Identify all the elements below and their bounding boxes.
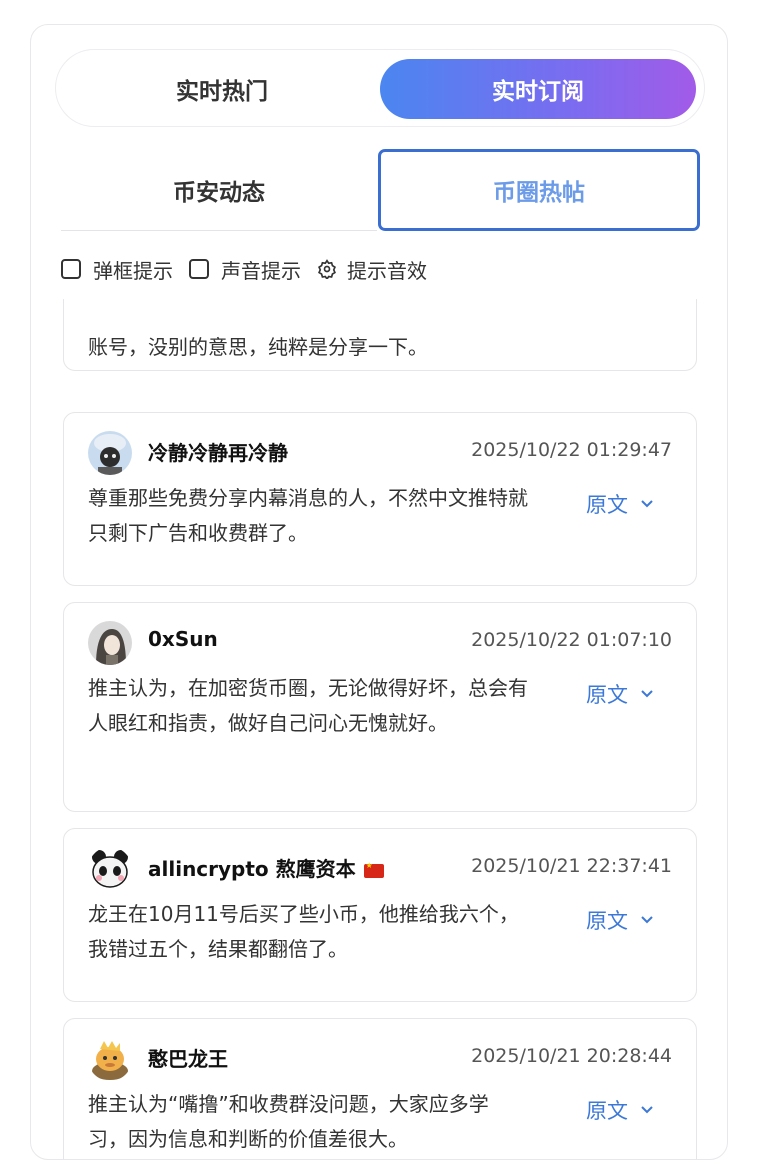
original-text-toggle[interactable]: 原文 (586, 489, 654, 519)
original-text-toggle[interactable]: 原文 (586, 905, 654, 935)
username-text: allincrypto 熬鹰资本 (148, 857, 356, 881)
chevron-down-icon (641, 916, 653, 924)
post-content: 龙王在10月11号后买了些小币，他推给我六个，我错过五个，结果都翻倍了。 (88, 902, 519, 961)
user-avatar[interactable] (88, 431, 132, 475)
original-text-label: 原文 (586, 493, 628, 517)
feed-panel: 实时热门 实时订阅 币安动态 币圈热帖 弹框提示 声音提示 提示音效 账号，没别… (30, 24, 728, 1160)
post-content: 尊重那些免费分享内幕消息的人，不然中文推特就只剩下广告和收费群了。 (88, 486, 528, 545)
sound-alert-label: 声音提示 (221, 258, 301, 283)
post-card: 0xSun 2025/10/22 01:07:10 推主认为，在加密货币圈，无论… (63, 602, 697, 812)
post-content: 账号，没别的意思，纯粹是分享一下。 (88, 335, 428, 359)
post-timestamp: 2025/10/21 20:28:44 (471, 1045, 672, 1067)
post-feed[interactable]: 账号，没别的意思，纯粹是分享一下。 冷静冷静再冷静 2025/10/22 01:… (61, 299, 699, 1159)
post-timestamp: 2025/10/21 22:37:41 (471, 855, 672, 877)
main-tab-toggle: 实时热门 实时订阅 (55, 49, 705, 127)
chevron-down-icon (641, 690, 653, 698)
popup-alert-label: 弹框提示 (93, 258, 173, 283)
original-text-label: 原文 (586, 1099, 628, 1123)
post-card-partial: 账号，没别的意思，纯粹是分享一下。 (63, 299, 697, 371)
user-avatar[interactable] (88, 621, 132, 665)
tab-realtime-subscribe[interactable]: 实时订阅 (380, 59, 696, 119)
tab-binance-news[interactable]: 币安动态 (61, 149, 377, 231)
chevron-down-icon (641, 500, 653, 508)
post-timestamp: 2025/10/22 01:07:10 (471, 629, 672, 651)
sound-effect-option[interactable]: 提示音效 (317, 255, 427, 284)
username[interactable]: allincrypto 熬鹰资本 (148, 853, 384, 882)
popup-alert-checkbox[interactable] (61, 259, 81, 279)
username[interactable]: 0xSun (148, 627, 218, 651)
username[interactable]: 冷静冷静再冷静 (148, 437, 288, 466)
tab-crypto-hot-posts[interactable]: 币圈热帖 (378, 149, 700, 231)
popup-alert-option[interactable]: 弹框提示 (61, 255, 173, 284)
tab-realtime-hot[interactable]: 实时热门 (64, 59, 380, 119)
post-card: 冷静冷静再冷静 2025/10/22 01:29:47 尊重那些免费分享内幕消息… (63, 412, 697, 586)
user-avatar[interactable] (88, 1037, 132, 1081)
original-text-toggle[interactable]: 原文 (586, 1095, 654, 1125)
sound-alert-option[interactable]: 声音提示 (189, 255, 301, 284)
sound-alert-checkbox[interactable] (189, 259, 209, 279)
username[interactable]: 憨巴龙王 (148, 1043, 228, 1072)
gear-icon (318, 259, 336, 279)
user-avatar[interactable] (88, 847, 132, 891)
post-card: 憨巴龙王 2025/10/21 20:28:44 推主认为“嘴撸”和收费群没问题… (63, 1018, 697, 1159)
chevron-down-icon (641, 1106, 653, 1114)
tab-divider (61, 230, 377, 231)
original-text-toggle[interactable]: 原文 (586, 679, 654, 709)
original-text-label: 原文 (586, 909, 628, 933)
notification-options: 弹框提示 声音提示 提示音效 (61, 251, 443, 287)
post-card: allincrypto 熬鹰资本 2025/10/21 22:37:41 龙王在… (63, 828, 697, 1002)
original-text-label: 原文 (586, 683, 628, 707)
post-content: 推主认为“嘴撸”和收费群没问题，大家应多学习，因为信息和判断的价值差很大。 (88, 1092, 489, 1151)
sound-effect-label: 提示音效 (347, 258, 427, 283)
post-content: 推主认为，在加密货币圈，无论做得好坏，总会有人眼红和指责，做好自己问心无愧就好。 (88, 676, 528, 735)
post-timestamp: 2025/10/22 01:29:47 (471, 439, 672, 461)
china-flag-icon (363, 861, 384, 878)
